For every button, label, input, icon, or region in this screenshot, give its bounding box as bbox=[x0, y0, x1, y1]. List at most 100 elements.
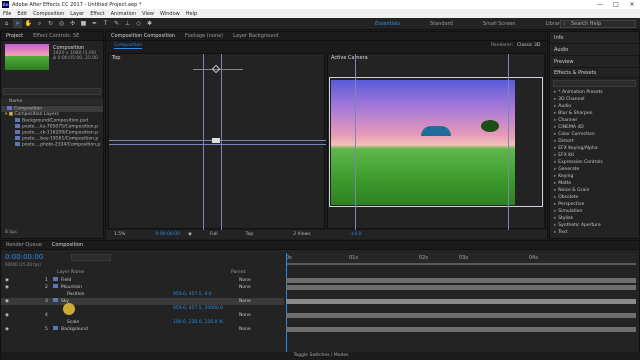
maximize-button[interactable]: □ bbox=[608, 1, 624, 8]
list-item[interactable]: Blur & Sharpen bbox=[550, 110, 639, 117]
stamp-tool-icon[interactable]: ⊥ bbox=[123, 19, 132, 28]
layer-row[interactable]: ◉ 1 Field None bbox=[1, 277, 284, 284]
menu-view[interactable]: View bbox=[139, 11, 157, 17]
time-ruler[interactable]: 0s 01s 02s 03s 04s bbox=[286, 253, 636, 267]
timeline-search-input[interactable] bbox=[71, 254, 111, 261]
layer-name-header[interactable]: Layer Name bbox=[57, 270, 84, 275]
menu-file[interactable]: File bbox=[0, 11, 14, 17]
visibility-eye-icon[interactable]: ◉ bbox=[5, 298, 9, 305]
comp-breadcrumb[interactable]: Composition bbox=[114, 43, 143, 49]
view-select[interactable]: Top bbox=[246, 232, 254, 237]
hand-tool-icon[interactable]: ✋ bbox=[24, 19, 33, 28]
parent-select[interactable]: None bbox=[239, 326, 251, 333]
layer-track[interactable] bbox=[286, 285, 636, 290]
effects-search-input[interactable] bbox=[553, 80, 636, 87]
list-item[interactable]: Simulation bbox=[550, 208, 639, 215]
scale-value[interactable]: 100.0, 220.0, 220.0 % bbox=[173, 319, 223, 326]
pan-behind-tool-icon[interactable]: ✣ bbox=[68, 19, 77, 28]
tab-footage[interactable]: Footage (none) bbox=[180, 33, 228, 39]
list-item[interactable]: Perspective bbox=[550, 201, 639, 208]
property-row[interactable]: Position 959.0, 457.5, 0.0 bbox=[1, 291, 284, 298]
workspace-small-screen[interactable]: Small Screen bbox=[483, 21, 516, 27]
list-item[interactable]: Color Correction bbox=[550, 131, 639, 138]
renderer-select[interactable]: Classic 3D bbox=[517, 43, 540, 48]
parent-select[interactable]: None bbox=[239, 277, 251, 284]
menu-effect[interactable]: Effect bbox=[87, 11, 107, 17]
tab-timeline-composition[interactable]: Composition bbox=[47, 242, 88, 248]
zoom-select[interactable]: 1.5% bbox=[114, 232, 125, 237]
tab-layer[interactable]: Layer Background bbox=[228, 33, 283, 39]
puppet-tool-icon[interactable]: ✱ bbox=[145, 19, 154, 28]
visibility-eye-icon[interactable]: ◉ bbox=[5, 326, 9, 333]
menu-help[interactable]: Help bbox=[183, 11, 200, 17]
parent-select[interactable]: None bbox=[239, 284, 251, 291]
property-row[interactable]: 959.0, 457.5, 10000.0 bbox=[1, 305, 284, 312]
parent-header[interactable]: Parent bbox=[231, 270, 245, 275]
eraser-tool-icon[interactable]: ◇ bbox=[134, 19, 143, 28]
layer-row[interactable]: ◉ 5 Background None bbox=[1, 326, 284, 333]
snapshot-icon[interactable]: ◉ bbox=[188, 232, 192, 237]
list-item[interactable]: Synthetic Aperture bbox=[550, 222, 639, 229]
property-row[interactable]: Scale 100.0, 220.0, 220.0 % bbox=[1, 319, 284, 326]
list-item[interactable]: Audio bbox=[550, 103, 639, 110]
close-button[interactable]: ✕ bbox=[624, 1, 640, 8]
list-item[interactable]: Expression Controls bbox=[550, 159, 639, 166]
list-item[interactable]: * Animation Presets bbox=[550, 89, 639, 96]
resolution-select[interactable]: Full bbox=[210, 232, 218, 237]
menu-composition[interactable]: Composition bbox=[30, 11, 67, 17]
tab-project[interactable]: Project bbox=[1, 33, 28, 39]
list-item[interactable]: Distort bbox=[550, 138, 639, 145]
parent-select[interactable]: None bbox=[239, 312, 251, 319]
list-item[interactable]: Generate bbox=[550, 166, 639, 173]
tab-composition-viewer[interactable]: Composition Composition bbox=[106, 33, 180, 39]
list-item[interactable]: Obsolete bbox=[550, 194, 639, 201]
views-layout-select[interactable]: 2 Views bbox=[293, 232, 310, 237]
info-panel[interactable]: Info bbox=[550, 32, 639, 44]
list-item[interactable]: poste....photo-2334/Composition.p bbox=[1, 142, 103, 148]
tab-effect-controls[interactable]: Effect Controls: SE bbox=[28, 33, 84, 39]
bpc-label[interactable]: 8 bpc bbox=[5, 230, 17, 235]
layer-track[interactable] bbox=[286, 278, 636, 283]
tab-render-queue[interactable]: Render Queue bbox=[1, 242, 47, 248]
zoom-tool-icon[interactable]: ⌕ bbox=[35, 19, 44, 28]
camera-handle-icon[interactable] bbox=[211, 64, 221, 74]
selection-tool-icon[interactable]: ➤ bbox=[13, 19, 22, 28]
toggle-switches-modes[interactable]: Toggle Switches / Modes bbox=[1, 352, 640, 360]
list-item[interactable]: EFX Kit bbox=[550, 152, 639, 159]
visibility-eye-icon[interactable]: ◉ bbox=[5, 277, 9, 284]
parent-select[interactable]: None bbox=[239, 298, 251, 305]
menu-edit[interactable]: Edit bbox=[14, 11, 30, 17]
list-item[interactable]: Keying bbox=[550, 173, 639, 180]
layer-handle[interactable] bbox=[212, 138, 220, 143]
list-item[interactable]: CINEMA 4D bbox=[550, 124, 639, 131]
layer-row[interactable]: ◉ 4 None bbox=[1, 312, 284, 319]
playhead[interactable] bbox=[286, 253, 287, 360]
brush-tool-icon[interactable]: ✎ bbox=[112, 19, 121, 28]
preview-panel[interactable]: Preview bbox=[550, 56, 639, 68]
camera-tool-icon[interactable]: ◎ bbox=[57, 19, 66, 28]
layer-row[interactable]: ◉ 2 Mountain None bbox=[1, 284, 284, 291]
menu-animation[interactable]: Animation bbox=[108, 11, 140, 17]
menu-window[interactable]: Window bbox=[157, 11, 183, 17]
position-value[interactable]: 959.0, 457.5, 0.0 bbox=[173, 291, 212, 298]
effects-presets-panel[interactable]: Effects & Presets bbox=[550, 68, 639, 78]
viewer-timecode[interactable]: 0:00:00:00 bbox=[155, 232, 180, 237]
list-item[interactable]: EFX Keying/Alpha bbox=[550, 145, 639, 152]
workspace-standard[interactable]: Standard bbox=[430, 21, 453, 27]
type-tool-icon[interactable]: T bbox=[101, 19, 110, 28]
search-help-input[interactable]: ⌕ Search Help bbox=[560, 20, 636, 28]
visibility-eye-icon[interactable]: ◉ bbox=[5, 312, 9, 319]
layer-track[interactable] bbox=[286, 313, 636, 318]
list-item[interactable]: Stylize bbox=[550, 215, 639, 222]
visibility-eye-icon[interactable]: ◉ bbox=[5, 284, 9, 291]
pen-tool-icon[interactable]: ✒ bbox=[90, 19, 99, 28]
layer-row-selected[interactable]: ◉ 3 Sky None bbox=[1, 298, 284, 305]
layer-track[interactable] bbox=[286, 299, 636, 304]
exposure-value[interactable]: +0.0 bbox=[351, 232, 362, 237]
list-item[interactable]: Channel bbox=[550, 117, 639, 124]
workspace-essentials[interactable]: Essentials bbox=[375, 21, 400, 27]
list-item[interactable]: 3D Channel bbox=[550, 96, 639, 103]
work-area-bar[interactable] bbox=[286, 263, 636, 265]
position-value[interactable]: 959.0, 457.5, 10000.0 bbox=[173, 305, 223, 312]
list-item[interactable]: Text bbox=[550, 229, 639, 236]
